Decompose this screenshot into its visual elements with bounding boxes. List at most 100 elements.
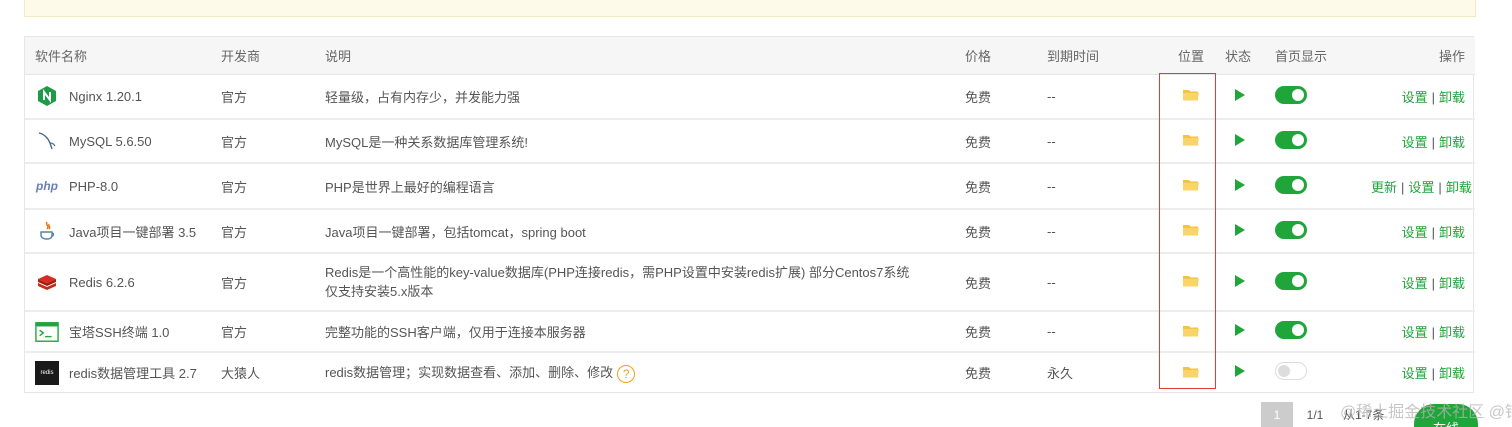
col-homepage: 首页显示	[1265, 37, 1361, 75]
table-row: 宝塔SSH终端 1.0 官方 完整功能的SSH客户端，仅用于连接本服务器 免费 …	[25, 311, 1475, 353]
php-icon: php	[36, 179, 58, 193]
expire: --	[1037, 209, 1161, 254]
col-price: 价格	[955, 37, 1037, 75]
developer: 官方	[211, 119, 315, 164]
expire: --	[1037, 119, 1161, 164]
homepage-toggle[interactable]	[1275, 220, 1307, 239]
software-name[interactable]: Nginx 1.20.1	[69, 89, 142, 104]
developer: 大猿人	[221, 366, 261, 381]
col-ops: 操作	[1361, 37, 1475, 75]
homepage-toggle[interactable]	[1275, 321, 1307, 339]
settings-link[interactable]: 设置	[1402, 276, 1428, 291]
play-icon[interactable]	[1235, 223, 1245, 236]
help-icon[interactable]: ?	[617, 364, 636, 383]
expire: 永久	[1047, 366, 1074, 381]
nginx-icon	[35, 84, 59, 108]
price: 免费	[955, 253, 1037, 312]
update-link[interactable]: 更新	[1371, 180, 1397, 195]
col-developer: 开发商	[211, 37, 315, 75]
mysql-icon	[35, 129, 59, 153]
uninstall-link[interactable]: 卸载	[1439, 366, 1465, 381]
play-icon[interactable]	[1235, 274, 1245, 287]
developer: 官方	[211, 163, 315, 210]
price: 免费	[955, 163, 1037, 210]
homepage-toggle[interactable]	[1275, 271, 1307, 290]
java-icon	[35, 219, 59, 243]
play-icon[interactable]	[1235, 178, 1245, 191]
settings-link[interactable]: 设置	[1402, 325, 1428, 340]
uninstall-link[interactable]: 卸载	[1446, 180, 1472, 195]
homepage-toggle[interactable]	[1275, 175, 1307, 194]
table-row: redis redis数据管理工具 2.7 大猿人 redis数据管理；实现数据…	[25, 352, 1475, 392]
redis-icon	[35, 270, 59, 294]
folder-icon[interactable]	[1183, 324, 1199, 340]
software-name[interactable]: 宝塔SSH终端 1.0	[69, 322, 169, 341]
settings-link[interactable]: 设置	[1402, 135, 1428, 150]
settings-link[interactable]: 设置	[1402, 366, 1428, 381]
description: redis数据管理；实现数据查看、添加、删除、修改?	[315, 352, 955, 392]
uninstall-link[interactable]: 卸载	[1439, 135, 1465, 150]
col-description: 说明	[315, 37, 955, 75]
folder-icon[interactable]	[1183, 178, 1199, 194]
page-info: 1/1	[1306, 407, 1324, 422]
table-row: MySQL 5.6.50 官方 MySQL是一种关系数据库管理系统! 免费 --…	[25, 119, 1475, 164]
description-line-2: 仅支持安装5.x版本	[325, 284, 434, 299]
play-icon[interactable]	[1235, 365, 1245, 377]
price: 免费	[955, 74, 1037, 120]
col-location: 位置	[1161, 37, 1221, 75]
settings-link[interactable]: 设置	[1408, 180, 1434, 195]
col-name[interactable]: 软件名称	[25, 37, 211, 75]
price: 免费	[955, 119, 1037, 164]
description: MySQL是一种关系数据库管理系统!	[315, 119, 955, 164]
expire: --	[1037, 74, 1161, 120]
play-icon[interactable]	[1235, 133, 1245, 146]
folder-icon[interactable]	[1183, 133, 1199, 149]
price: 免费	[955, 209, 1037, 254]
col-status: 状态	[1221, 37, 1265, 75]
description: PHP是世界上最好的编程语言	[315, 163, 955, 210]
description: Redis是一个高性能的key-value数据库(PHP连接redis，需PHP…	[315, 253, 955, 312]
table-row: Java项目一键部署 3.5 官方 Java项目一键部署，包括tomcat，sp…	[25, 209, 1475, 254]
folder-icon[interactable]	[1183, 88, 1199, 104]
play-icon[interactable]	[1235, 88, 1245, 101]
col-expire: 到期时间	[1037, 37, 1161, 75]
software-name[interactable]: Java项目一键部署 3.5	[69, 222, 196, 241]
software-table: 软件名称 开发商 说明 价格 到期时间 位置 状态 首页显示 操作 Nginx …	[24, 36, 1475, 393]
redis-manager-icon: redis	[35, 360, 59, 385]
expire: --	[1037, 163, 1161, 210]
homepage-toggle[interactable]	[1275, 362, 1307, 380]
software-name[interactable]: redis数据管理工具 2.7	[69, 363, 197, 382]
description-line-1: Redis是一个高性能的key-value数据库(PHP连接redis，需PHP…	[325, 265, 910, 280]
terminal-icon	[35, 320, 59, 344]
uninstall-link[interactable]: 卸载	[1439, 325, 1465, 340]
price: 免费	[965, 366, 992, 381]
table-header: 软件名称 开发商 说明 价格 到期时间 位置 状态 首页显示 操作	[25, 37, 1475, 75]
developer: 官方	[211, 74, 315, 120]
folder-icon[interactable]	[1183, 274, 1199, 290]
expire: --	[1037, 253, 1161, 312]
uninstall-link[interactable]: 卸载	[1439, 90, 1465, 105]
watermark: @稀土掘金技术社区 @错小果666	[1340, 404, 1512, 421]
homepage-toggle[interactable]	[1275, 130, 1307, 149]
uninstall-link[interactable]: 卸载	[1439, 225, 1465, 240]
play-icon[interactable]	[1235, 324, 1245, 336]
software-name[interactable]: Redis 6.2.6	[69, 275, 135, 290]
homepage-toggle[interactable]	[1275, 85, 1307, 104]
developer: 官方	[211, 253, 315, 312]
page-current[interactable]: 1	[1261, 402, 1293, 427]
settings-link[interactable]: 设置	[1402, 225, 1428, 240]
folder-icon[interactable]	[1183, 365, 1199, 381]
table-row: php PHP-8.0 官方 PHP是世界上最好的编程语言 免费 -- 更新 | 设…	[25, 163, 1475, 210]
description: 完整功能的SSH客户端，仅用于连接本服务器	[315, 311, 955, 353]
software-name[interactable]: MySQL 5.6.50	[69, 134, 152, 149]
software-name[interactable]: PHP-8.0	[69, 179, 118, 194]
table-row: Nginx 1.20.1 官方 轻量级，占有内存少，并发能力强 免费 -- 设置…	[25, 74, 1475, 120]
folder-icon[interactable]	[1183, 223, 1199, 239]
description: 轻量级，占有内存少，并发能力强	[315, 74, 955, 120]
description: Java项目一键部署，包括tomcat，spring boot	[315, 209, 955, 254]
settings-link[interactable]: 设置	[1402, 90, 1428, 105]
price: 免费	[955, 311, 1037, 353]
developer: 官方	[211, 209, 315, 254]
table-row: Redis 6.2.6 官方 Redis是一个高性能的key-value数据库(…	[25, 253, 1475, 312]
uninstall-link[interactable]: 卸载	[1439, 276, 1465, 291]
